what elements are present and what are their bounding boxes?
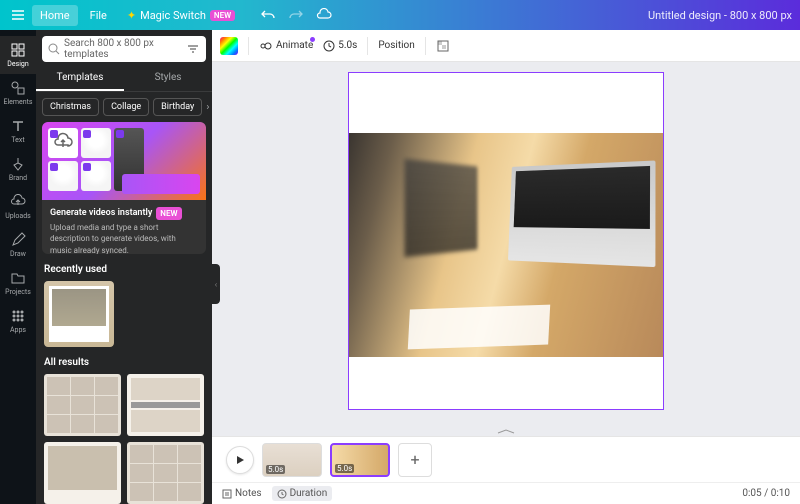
promo-card[interactable]: Generate videos instantly NEW Upload medi… [42, 122, 206, 254]
pill-collage[interactable]: Collage [103, 98, 149, 116]
canvas-toolbar: Animate 5.0s Position [212, 30, 800, 62]
color-picker[interactable] [220, 37, 238, 55]
filter-icon[interactable] [186, 42, 200, 56]
animate-button[interactable]: Animate [259, 39, 313, 53]
duration-toggle[interactable]: Duration [272, 486, 333, 501]
new-badge: NEW [210, 10, 235, 21]
magic-switch-button[interactable]: ✦ Magic Switch NEW [119, 5, 243, 26]
rail-uploads[interactable]: Uploads [0, 188, 36, 226]
transparency-icon[interactable] [436, 39, 450, 53]
audio-wave-icon [122, 174, 200, 194]
clip-duration: 5.0s [266, 465, 285, 474]
home-button[interactable]: Home [32, 5, 78, 26]
playback-time: 0:05 / 0:10 [742, 488, 790, 499]
file-button[interactable]: File [82, 5, 115, 26]
document-title[interactable]: Untitled design - 800 x 800 px [648, 9, 792, 22]
animate-icon [259, 39, 273, 53]
promo-thumb [48, 161, 78, 191]
rail-design[interactable]: Design [0, 36, 36, 74]
pill-birthday[interactable]: Birthday [153, 98, 202, 116]
clock-icon [277, 489, 287, 499]
rail-projects[interactable]: Projects [0, 264, 36, 302]
template-thumb[interactable] [44, 442, 121, 504]
rail-apps[interactable]: Apps [0, 302, 36, 340]
section-recent: Recently used [36, 254, 212, 281]
timeline: 5.0s 5.0s + Notes Duration 0:05 / 0:10 [212, 436, 800, 504]
promo-thumb [48, 128, 78, 158]
undo-icon[interactable] [259, 6, 277, 24]
tab-styles[interactable]: Styles [124, 66, 212, 91]
notification-dot-icon [310, 37, 315, 42]
promo-title: Generate videos instantly [50, 207, 152, 220]
expand-handle-icon[interactable] [486, 430, 526, 434]
redo-icon[interactable] [287, 6, 305, 24]
left-rail: Design Elements Text Brand Uploads Draw … [0, 30, 36, 504]
timeline-clip[interactable]: 5.0s [262, 443, 322, 477]
search-icon [48, 43, 60, 55]
section-all-results: All results [36, 347, 212, 374]
clip-duration: 5.0s [335, 464, 354, 473]
magic-switch-label: Magic Switch [140, 9, 206, 22]
side-panel: Search 800 x 800 px templates Templates … [36, 30, 212, 504]
tab-templates[interactable]: Templates [36, 66, 124, 91]
notes-icon [222, 489, 232, 499]
play-icon [235, 455, 245, 465]
canvas-viewport[interactable] [212, 62, 800, 436]
timeline-clip-selected[interactable]: 5.0s [330, 443, 390, 477]
template-thumb[interactable] [127, 374, 204, 436]
cloud-sync-icon[interactable] [315, 6, 333, 24]
duration-button[interactable]: 5.0s [323, 40, 357, 52]
clock-icon [323, 40, 335, 52]
play-button[interactable] [226, 446, 254, 474]
promo-thumb [81, 161, 111, 191]
template-thumb[interactable] [44, 374, 121, 436]
pill-christmas[interactable]: Christmas [42, 98, 99, 116]
top-bar: Home File ✦ Magic Switch NEW Untitled de… [0, 0, 800, 30]
artboard[interactable] [348, 72, 664, 410]
hamburger-menu-icon[interactable] [8, 5, 28, 25]
template-thumb[interactable] [44, 281, 114, 347]
rail-text[interactable]: Text [0, 112, 36, 150]
search-placeholder: Search 800 x 800 px templates [64, 38, 182, 60]
promo-thumb [81, 128, 111, 158]
rail-brand[interactable]: Brand [0, 150, 36, 188]
chevron-right-icon[interactable]: › [206, 100, 209, 114]
template-thumb[interactable] [127, 442, 204, 504]
position-button[interactable]: Position [378, 40, 414, 51]
add-page-button[interactable]: + [398, 443, 432, 477]
search-input[interactable]: Search 800 x 800 px templates [42, 36, 206, 62]
new-badge: NEW [156, 207, 181, 220]
notes-button[interactable]: Notes [222, 488, 262, 499]
promo-description: Upload media and type a short descriptio… [50, 222, 198, 254]
canvas-image[interactable] [349, 133, 663, 357]
rail-elements[interactable]: Elements [0, 74, 36, 112]
rail-draw[interactable]: Draw [0, 226, 36, 264]
